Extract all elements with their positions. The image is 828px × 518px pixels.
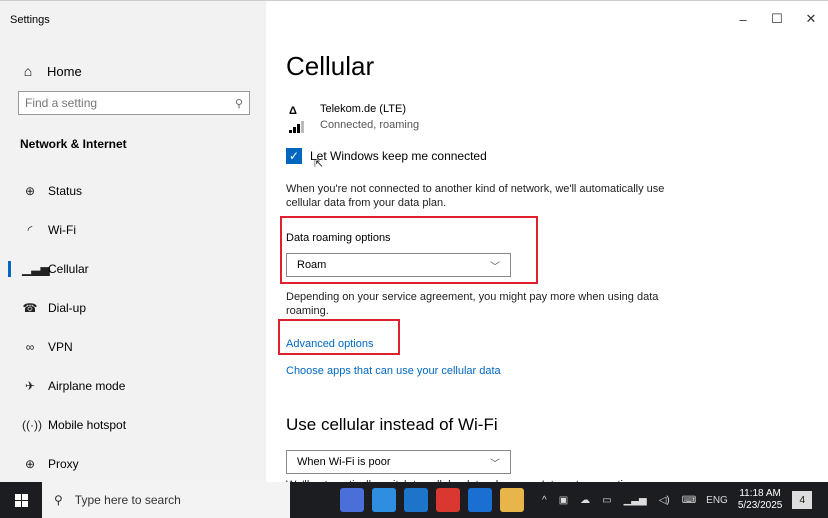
globe-icon: ⊕ <box>24 456 36 471</box>
sidebar-item-label: Status <box>48 183 83 198</box>
settings-search-box[interactable]: ⚲ <box>18 91 250 115</box>
section-title: Network & Internet <box>20 137 127 151</box>
cellular-network: Δ Telekom.de (LTE) Connected, roaming <box>286 103 419 133</box>
volume-icon[interactable]: ◁) <box>659 495 670 506</box>
signal-bars-icon <box>289 121 304 133</box>
clock[interactable]: 11:18 AM 5/23/2025 <box>738 488 783 512</box>
tray-app-icon[interactable]: ▣ <box>559 495 568 506</box>
sidebar-item-label: Mobile hotspot <box>48 417 127 432</box>
language-indicator[interactable]: ENG <box>706 495 728 506</box>
cellular-icon: ▁▃▅ <box>22 261 50 276</box>
outlook-icon[interactable] <box>468 488 492 512</box>
chevron-up-icon[interactable]: ^ <box>542 495 547 506</box>
battery-icon[interactable]: ▭ <box>602 495 611 506</box>
file-explorer-icon[interactable] <box>500 488 524 512</box>
wifi-icon: ◜ <box>27 222 33 237</box>
taskbar-search[interactable]: ⚲ Type here to search <box>42 482 290 518</box>
advanced-options-highlight-box <box>278 319 400 355</box>
phone-icon: ☎ <box>22 300 38 315</box>
airplane-icon: ✈ <box>24 378 36 393</box>
sidebar-item-label: Proxy <box>48 456 79 471</box>
sidebar-item-cellular[interactable]: ▁▃▅ Cellular <box>0 249 266 288</box>
sidebar-item-label: Cellular <box>48 261 89 276</box>
home-icon: ⌂ <box>23 63 33 79</box>
app-icon[interactable] <box>404 488 428 512</box>
network-status: Connected, roaming <box>320 119 420 131</box>
sidebar-item-dialup[interactable]: ☎ Dial-up <box>0 288 266 327</box>
sidebar-item-label: VPN <box>48 339 73 354</box>
sidebar-item-vpn[interactable]: ∞ VPN <box>0 327 266 366</box>
pinned-apps <box>336 488 528 512</box>
clock-time: 11:18 AM <box>739 488 781 499</box>
network-name: Telekom.de (LTE) <box>320 103 406 115</box>
wifi-section-title: Use cellular instead of Wi-Fi <box>286 415 498 434</box>
choose-apps-link[interactable]: Choose apps that can use your cellular d… <box>286 365 501 377</box>
clock-date: 5/23/2025 <box>737 500 783 511</box>
notification-count: 4 <box>799 494 806 506</box>
sidebar-item-label: Dial-up <box>48 300 87 315</box>
cellular-description: When you're not connected to another kin… <box>286 183 665 209</box>
sidebar-nav: ⊕ Status ◜ Wi-Fi ▁▃▅ Cellular ☎ Dial-up … <box>0 171 266 483</box>
wifi-dropdown-value: When Wi-Fi is poor <box>297 456 391 468</box>
hotspot-icon: ((·)) <box>22 417 42 432</box>
cellular-instead-of-wifi-dropdown[interactable]: When Wi-Fi is poor ﹀ <box>286 450 511 474</box>
sidebar: Settings ⌂ Home ⚲ Network & Internet ⊕ S… <box>0 1 266 483</box>
sidebar-item-status[interactable]: ⊕ Status <box>0 171 266 210</box>
start-button[interactable] <box>0 482 42 518</box>
sidebar-item-airplane-mode[interactable]: ✈ Airplane mode <box>0 366 266 405</box>
settings-window: Settings ⌂ Home ⚲ Network & Internet ⊕ S… <box>0 0 828 484</box>
search-icon: ⚲ <box>54 493 63 507</box>
taskbar: ⚲ Type here to search ^ ▣ ☁ ▭ ▁▃▅ ◁) ⌨ E… <box>0 482 828 518</box>
cellular-icon[interactable]: ▁▃▅ <box>624 495 647 506</box>
system-tray: ^ ▣ ☁ ▭ ▁▃▅ ◁) ⌨ <box>536 495 702 506</box>
chevron-down-icon: ﹀ <box>490 458 500 470</box>
keep-connected-checkbox[interactable]: ✓ <box>286 148 302 164</box>
app-icon[interactable] <box>340 488 364 512</box>
globe-icon: ⊕ <box>24 183 36 198</box>
settings-search-input[interactable] <box>25 96 235 110</box>
sidebar-item-wifi[interactable]: ◜ Wi-Fi <box>0 210 266 249</box>
sidebar-item-label: Home <box>47 63 82 79</box>
sidebar-item-mobile-hotspot[interactable]: ((·)) Mobile hotspot <box>0 405 266 444</box>
window-controls: – ☐ ✕ <box>726 1 828 37</box>
delta-icon: Δ <box>289 105 297 117</box>
close-button[interactable]: ✕ <box>794 1 828 37</box>
cloud-icon[interactable]: ☁ <box>580 495 590 506</box>
network-info: Telekom.de (LTE) Connected, roaming <box>320 103 419 133</box>
sidebar-item-home[interactable]: ⌂ Home <box>20 61 82 81</box>
search-icon: ⚲ <box>234 97 243 110</box>
app-icon[interactable] <box>436 488 460 512</box>
edge-icon[interactable] <box>372 488 396 512</box>
minimize-button[interactable]: – <box>726 1 760 37</box>
signal-strength-icon: Δ <box>286 103 312 133</box>
windows-logo-icon <box>14 493 28 507</box>
app-title: Settings <box>10 14 50 26</box>
sidebar-item-label: Wi-Fi <box>48 222 76 237</box>
roaming-highlight-box <box>280 216 538 284</box>
mouse-cursor-icon: ⇱ <box>314 158 324 170</box>
keep-connected-label: Let Windows keep me connected <box>310 149 487 163</box>
taskbar-search-placeholder: Type here to search <box>74 493 181 507</box>
maximize-button[interactable]: ☐ <box>760 1 794 37</box>
page-title: Cellular <box>286 51 375 81</box>
keyboard-icon[interactable]: ⌨ <box>682 495 696 506</box>
notification-center-button[interactable]: 4 <box>792 491 813 509</box>
vpn-icon: ∞ <box>25 339 35 354</box>
roaming-description: Depending on your service agreement, you… <box>286 291 659 317</box>
sidebar-item-label: Airplane mode <box>48 378 126 393</box>
sidebar-item-proxy[interactable]: ⊕ Proxy <box>0 444 266 483</box>
